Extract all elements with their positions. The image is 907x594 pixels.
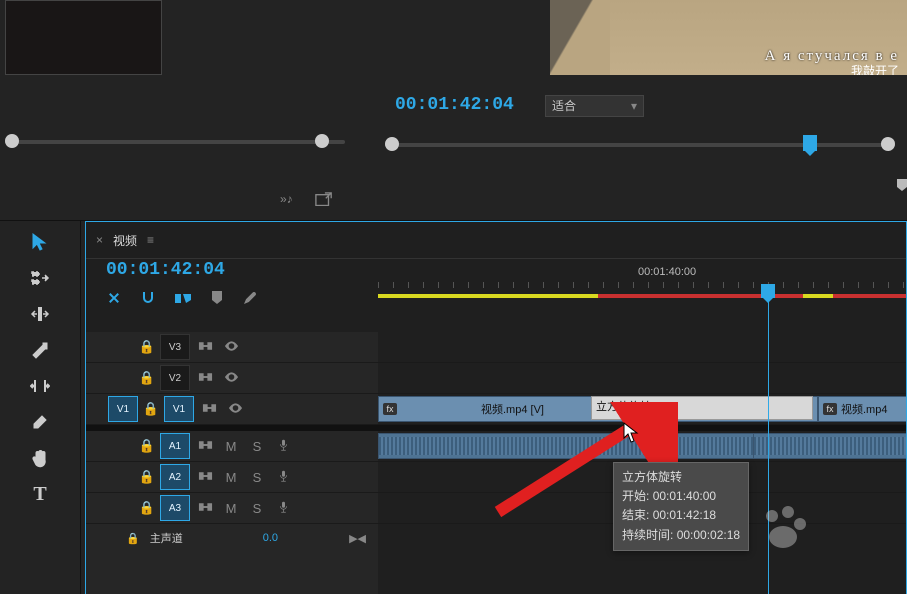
solo-button[interactable]: S (244, 501, 270, 516)
master-level[interactable]: 0.0 (263, 532, 278, 544)
video-clip-2[interactable]: fx 视频.mp4 (818, 396, 906, 422)
master-label: 主声道 (150, 530, 183, 546)
zoom-level-select[interactable]: 适合 (545, 95, 644, 117)
sync-lock-icon[interactable] (192, 439, 218, 454)
sync-lock-icon[interactable] (192, 340, 218, 355)
export-frame-icon[interactable] (315, 192, 333, 206)
time-ruler[interactable]: 00:01:40:00 (378, 262, 906, 302)
audio-clip-1b[interactable] (753, 433, 906, 459)
ruler-label: 00:01:40:00 (638, 266, 696, 278)
sync-lock-icon[interactable] (192, 371, 218, 386)
mute-button[interactable]: M (218, 439, 244, 454)
playhead-marker[interactable] (803, 135, 817, 151)
clip-label: 视频.mp4 (841, 401, 887, 417)
track-label-a3[interactable]: A3 (160, 495, 190, 521)
source-preview[interactable] (5, 0, 162, 75)
eye-icon[interactable] (218, 340, 244, 355)
sync-lock-icon[interactable] (196, 402, 222, 417)
source-monitor: »♪ (0, 0, 350, 200)
type-tool[interactable]: T (25, 479, 55, 509)
track-header-a3[interactable]: 🔒 A3 M S (86, 493, 378, 524)
insert-mode-icon[interactable] (106, 290, 122, 310)
transport-controls: { } |◀ ◀▮ ▶ ▮▶ (895, 178, 907, 211)
ripple-edit-tool[interactable] (25, 299, 55, 329)
lock-icon[interactable]: 🔒 (136, 370, 158, 386)
lane-a1[interactable] (378, 431, 906, 462)
source-patch-v1[interactable]: V1 (108, 396, 138, 422)
track-headers: 🔒 V3 🔒 V2 V1 🔒 V1 (86, 332, 379, 594)
program-monitor: А я стучался в е 我敲开了 00:01:42:04 适合 { }… (370, 0, 907, 215)
linked-selection-icon[interactable] (174, 290, 192, 310)
subtitle-overlay-2: 我敲开了 (851, 62, 899, 75)
clip-label: 视频.mp4 [V] (481, 401, 544, 417)
lock-icon[interactable]: 🔒 (136, 469, 158, 485)
razor-tool[interactable] (25, 335, 55, 365)
lock-icon[interactable]: 🔒 (140, 401, 162, 417)
program-timecode[interactable]: 00:01:42:04 (395, 95, 514, 115)
track-header-a1[interactable]: 🔒 A1 M S (86, 431, 378, 462)
fx-badge-icon: fx (383, 403, 397, 415)
track-label-a2[interactable]: A2 (160, 464, 190, 490)
marker-icon[interactable] (210, 290, 224, 310)
fx-badge-icon: fx (823, 403, 837, 415)
sync-lock-icon[interactable] (192, 501, 218, 516)
lane-v3[interactable] (378, 332, 906, 363)
voiceover-icon[interactable] (270, 501, 296, 516)
panel-menu-button[interactable]: ≡ (147, 233, 156, 247)
solo-button[interactable]: S (244, 470, 270, 485)
selection-tool[interactable] (25, 227, 55, 257)
track-label-a1[interactable]: A1 (160, 433, 190, 459)
insert-icon[interactable]: »♪ (280, 192, 298, 206)
lock-icon[interactable]: 🔒 (136, 438, 158, 454)
sequence-timecode[interactable]: 00:01:42:04 (106, 260, 225, 280)
track-select-tool[interactable] (25, 263, 55, 293)
master-track-row[interactable]: 🔒 主声道 0.0 ▶◀ (86, 524, 378, 552)
watermark-paw-icon (758, 502, 808, 555)
slip-tool[interactable] (25, 371, 55, 401)
mute-button[interactable]: M (218, 501, 244, 516)
track-header-v2[interactable]: 🔒 V2 (86, 363, 378, 394)
lock-icon[interactable]: 🔒 (136, 339, 158, 355)
voiceover-icon[interactable] (270, 470, 296, 485)
close-panel-button[interactable]: × (96, 233, 103, 247)
mute-button[interactable]: M (218, 470, 244, 485)
solo-button[interactable]: S (244, 439, 270, 454)
lane-v2[interactable] (378, 363, 906, 394)
snap-toggle-icon[interactable] (140, 290, 156, 310)
sequence-panel: × 视频 ≡ 00:01:42:04 🔒 V3 (85, 221, 907, 594)
lock-icon[interactable]: 🔒 (126, 532, 140, 545)
add-marker-button[interactable] (895, 178, 907, 211)
expand-icon[interactable]: ▶◀ (349, 532, 366, 545)
program-preview[interactable]: А я стучался в е 我敲开了 (550, 0, 907, 75)
eye-icon[interactable] (222, 402, 248, 417)
pen-tool[interactable] (25, 407, 55, 437)
sequence-title[interactable]: 视频 (113, 232, 137, 249)
timeline-clips-area[interactable]: 00:01:40:00 fx 视频.mp4 [V] (378, 262, 906, 594)
voiceover-icon[interactable] (270, 439, 296, 454)
lock-icon[interactable]: 🔒 (136, 500, 158, 516)
sync-lock-icon[interactable] (192, 470, 218, 485)
track-label-v2[interactable]: V2 (160, 365, 190, 391)
track-label-v3[interactable]: V3 (160, 334, 190, 360)
track-header-v1[interactable]: V1 🔒 V1 (86, 394, 378, 425)
transition-tooltip: 立方体旋转 开始: 00:01:40:00 结束: 00:01:42:18 持续… (613, 462, 749, 551)
eye-icon[interactable] (218, 371, 244, 386)
program-scrubber[interactable] (385, 135, 895, 165)
lane-v1[interactable]: fx 视频.mp4 [V] fx 视频.mp4 立方体旋转 (378, 394, 906, 425)
playhead-indicator[interactable] (761, 284, 775, 298)
transition-label: 立方体旋转 (596, 398, 651, 414)
settings-icon[interactable] (242, 290, 258, 310)
track-header-v3[interactable]: 🔒 V3 (86, 332, 378, 363)
track-label-v1[interactable]: V1 (164, 396, 194, 422)
tool-palette: T (0, 221, 81, 594)
track-header-a2[interactable]: 🔒 A2 M S (86, 462, 378, 493)
audio-clip-1a[interactable] (378, 433, 758, 459)
source-zoom-slider[interactable] (5, 132, 345, 172)
hand-tool[interactable] (25, 443, 55, 473)
